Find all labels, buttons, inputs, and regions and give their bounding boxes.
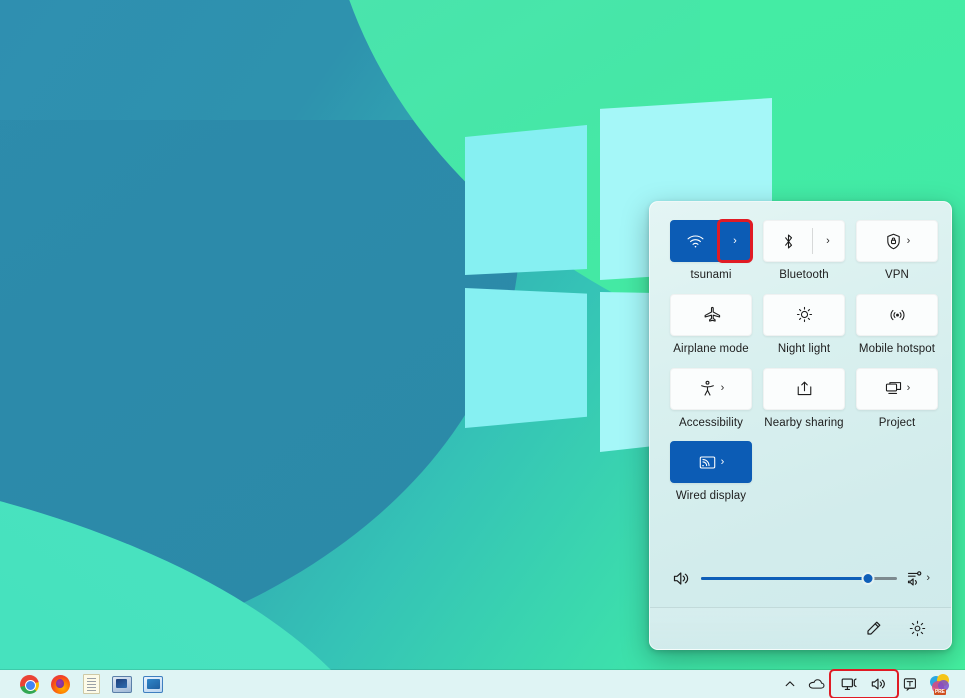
tile-cell-vpn: › VPN	[856, 220, 938, 283]
tile-label-project: Project	[879, 417, 916, 431]
tile-cell-accessibility: › Accessibility	[670, 368, 752, 431]
windows-logo-pane	[465, 288, 587, 428]
tile-vpn[interactable]: ›	[856, 220, 938, 262]
tile-wifi[interactable]: ›	[670, 220, 752, 262]
hotspot-icon	[888, 305, 907, 324]
shield-lock-icon	[884, 232, 903, 251]
chevron-right-icon: ›	[826, 236, 830, 247]
volume-control-row: ›	[650, 563, 951, 593]
pencil-edit-icon[interactable]	[861, 617, 885, 641]
tile-cell-airplane-mode: Airplane mode	[670, 294, 752, 357]
tile-label-wifi: tsunami	[691, 269, 732, 283]
volume-slider-thumb[interactable]	[861, 572, 874, 585]
taskbar: PRE	[0, 670, 965, 698]
tile-cell-mobile-hotspot: Mobile hotspot	[856, 294, 938, 357]
remote-desktop-icon[interactable]	[111, 673, 133, 695]
audio-output-selector-button[interactable]: ›	[907, 570, 930, 586]
airplane-icon	[702, 305, 721, 324]
quick-settings-tile-grid: › tsunami › Bluetooth › VPN Airplane mode Night…	[670, 220, 931, 504]
tile-label-vpn: VPN	[885, 269, 909, 283]
tile-label-nearby-sharing: Nearby sharing	[764, 417, 843, 431]
chevron-right-icon[interactable]: ›	[907, 236, 911, 247]
tile-cell-wifi: › tsunami	[670, 220, 752, 283]
quick-settings-panel: › tsunami › Bluetooth › VPN Airplane mode Night…	[649, 201, 952, 650]
tile-cell-bluetooth: › Bluetooth	[763, 220, 845, 283]
tile-cell-project: › Project	[856, 368, 938, 431]
bluetooth-icon[interactable]	[764, 221, 812, 261]
chevron-right-icon[interactable]: ›	[907, 383, 911, 394]
tile-cell-wired-display: › Wired display	[670, 441, 752, 504]
google-chrome-icon[interactable]	[18, 673, 40, 695]
tile-wifi-chevron-button[interactable]: ›	[719, 221, 751, 261]
brightness-sun-icon	[795, 305, 814, 324]
wifi-icon[interactable]	[671, 221, 719, 261]
onedrive-cloud-icon[interactable]	[802, 672, 831, 696]
firefox-icon[interactable]	[49, 673, 71, 695]
office-pre-app-icon[interactable]: PRE	[924, 672, 956, 696]
tile-bluetooth-chevron-button[interactable]: ›	[812, 221, 844, 261]
volume-slider-fill	[701, 577, 868, 580]
tile-nearby-sharing[interactable]	[763, 368, 845, 410]
tile-cell-nearby-sharing: Nearby sharing	[763, 368, 845, 431]
tile-airplane-mode[interactable]	[670, 294, 752, 336]
office-pre-app-badge: PRE	[934, 689, 946, 695]
taskbar-app-list	[0, 673, 164, 695]
tile-accessibility[interactable]: ›	[670, 368, 752, 410]
tile-label-accessibility: Accessibility	[679, 417, 743, 431]
chevron-right-icon: ›	[733, 236, 737, 247]
share-icon	[795, 379, 814, 398]
volume-speaker-icon[interactable]	[865, 672, 893, 696]
gear-settings-icon[interactable]	[905, 617, 929, 641]
tile-wired-display[interactable]: ›	[670, 441, 752, 483]
show-hidden-icons-chevron[interactable]	[778, 672, 802, 696]
tile-label-night-light: Night light	[778, 343, 830, 357]
network-and-volume-tray-group[interactable]	[831, 671, 897, 697]
network-monitor-icon[interactable]	[835, 672, 863, 696]
audio-selector-chevron: ›	[926, 572, 930, 584]
tile-project[interactable]: ›	[856, 368, 938, 410]
chevron-right-icon[interactable]: ›	[721, 383, 725, 394]
volume-slider[interactable]	[701, 569, 897, 587]
input-method-icon[interactable]	[897, 672, 924, 696]
tile-night-light[interactable]	[763, 294, 845, 336]
tile-label-airplane-mode: Airplane mode	[673, 343, 748, 357]
tile-label-wired-display: Wired display	[676, 490, 746, 504]
tile-label-mobile-hotspot: Mobile hotspot	[859, 343, 935, 357]
display-settings-icon[interactable]	[142, 673, 164, 695]
tile-bluetooth[interactable]: ›	[763, 220, 845, 262]
notepad-document-icon[interactable]	[80, 673, 102, 695]
accessibility-icon	[698, 379, 717, 398]
quick-settings-body: › tsunami › Bluetooth › VPN Airplane mode Night…	[650, 202, 951, 533]
quick-settings-footer	[650, 607, 951, 649]
windows-logo-pane	[465, 125, 587, 275]
speaker-icon[interactable]	[671, 571, 691, 586]
cast-icon	[698, 453, 717, 472]
chevron-right-icon[interactable]: ›	[721, 457, 725, 468]
tile-mobile-hotspot[interactable]	[856, 294, 938, 336]
tile-label-bluetooth: Bluetooth	[779, 269, 829, 283]
project-screen-icon	[884, 379, 903, 398]
tile-cell-night-light: Night light	[763, 294, 845, 357]
system-tray: PRE	[778, 671, 965, 697]
